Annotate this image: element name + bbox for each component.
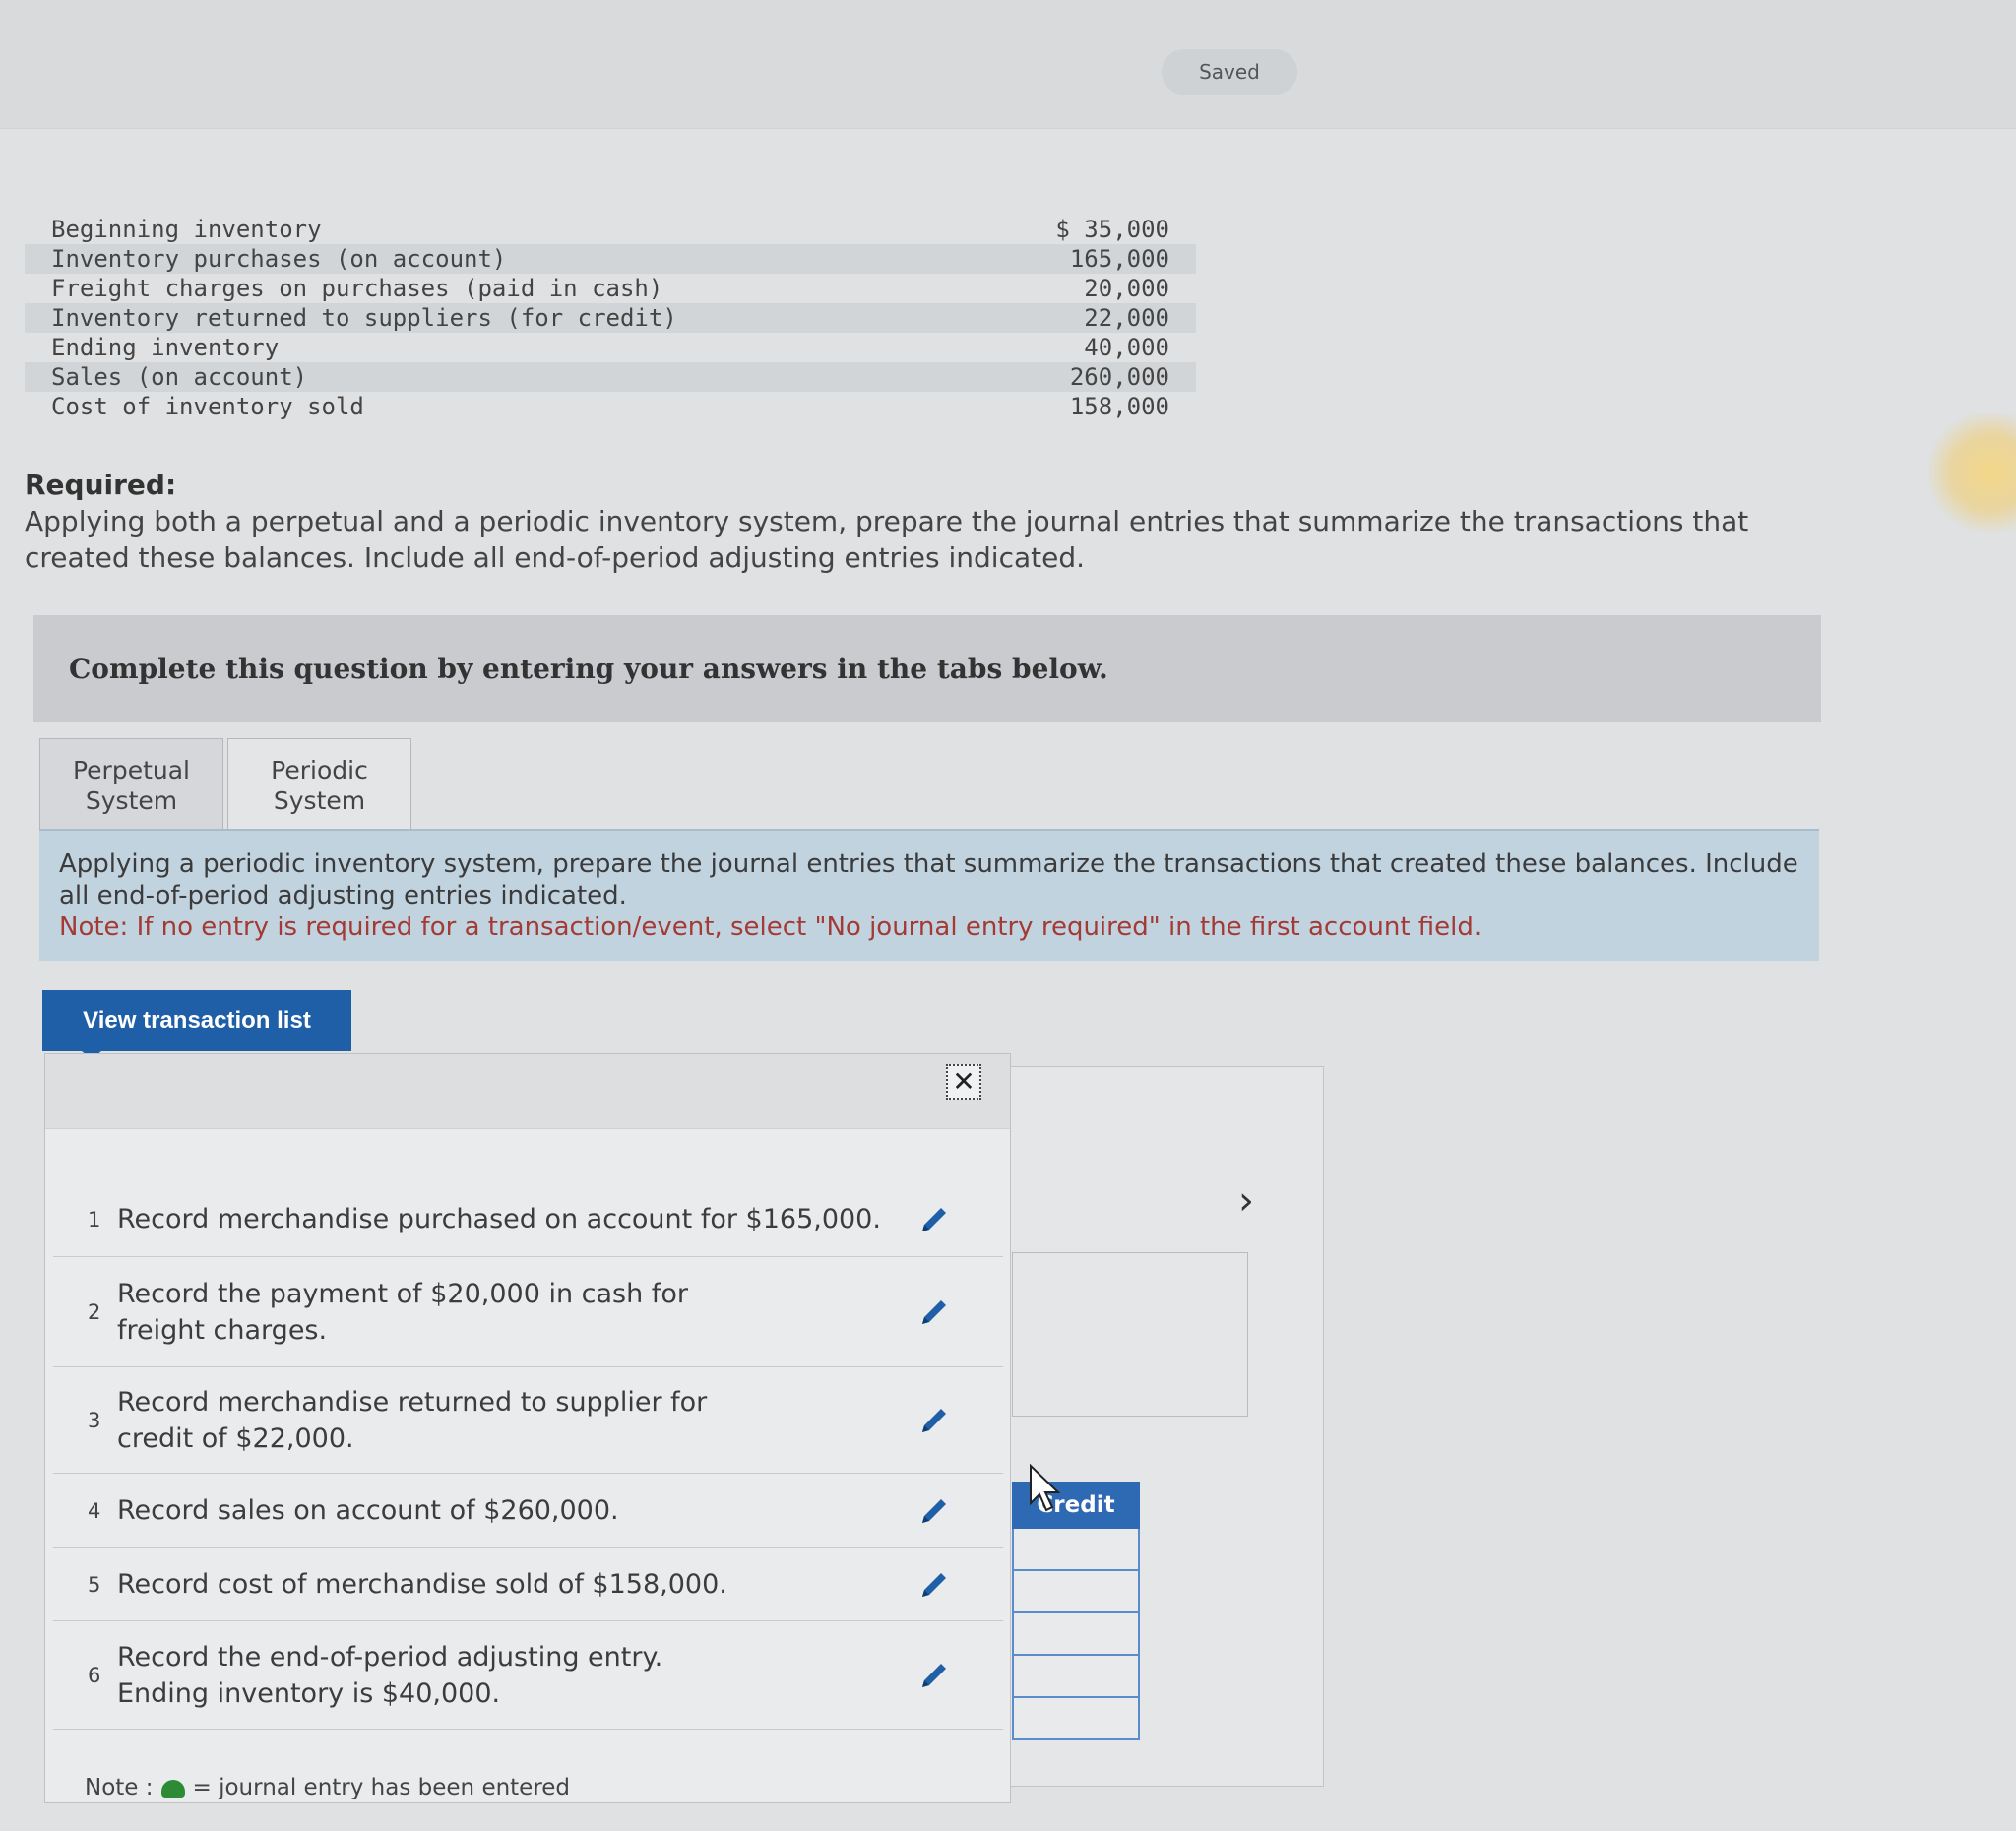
inventory-row: Inventory returned to suppliers (for cre… (25, 303, 1196, 333)
edit-pencil-icon[interactable] (905, 1658, 964, 1693)
chevron-right-icon[interactable]: › (1238, 1181, 1254, 1221)
popup-header (45, 1054, 1010, 1129)
mouse-cursor-icon (1030, 1464, 1061, 1512)
inventory-row: Cost of inventory sold 158,000 (51, 393, 1169, 420)
close-icon[interactable]: ✕ (946, 1064, 981, 1100)
list-item[interactable]: 2 Record the payment of $20,000 in cash … (53, 1257, 1003, 1367)
saved-status: Saved (1162, 49, 1297, 95)
list-item[interactable]: 1 Record merchandise purchased on accoun… (53, 1182, 1003, 1257)
list-item[interactable]: 5 Record cost of merchandise sold of $15… (53, 1548, 1003, 1621)
edit-pencil-icon[interactable] (905, 1294, 964, 1330)
credit-cell[interactable] (1012, 1698, 1140, 1740)
list-item[interactable]: 4 Record sales on account of $260,000. (53, 1474, 1003, 1548)
screen-glare (1929, 413, 2016, 532)
required-text: Applying both a perpetual and a periodic… (25, 505, 1749, 574)
legend-note: Note : = journal entry has been entered (85, 1775, 571, 1800)
instruction-panel: Applying a periodic inventory system, pr… (39, 829, 1819, 961)
credit-cell[interactable] (1012, 1571, 1140, 1613)
view-transaction-list-button[interactable]: View transaction list (42, 990, 351, 1059)
credit-cell[interactable] (1012, 1656, 1140, 1698)
inventory-data-table: Beginning inventory $ 35,000 Inventory pu… (25, 215, 1196, 421)
inventory-row: Freight charges on purchases (paid in ca… (51, 275, 1169, 302)
list-item[interactable]: 6 Record the end-of-period adjusting ent… (53, 1621, 1003, 1730)
credit-column: Credit (1012, 1482, 1140, 1740)
top-bar: Saved (0, 0, 2016, 129)
instruction-text: Applying a periodic inventory system, pr… (59, 850, 1798, 911)
edit-pencil-icon[interactable] (905, 1493, 964, 1529)
entered-indicator-icon (160, 1779, 185, 1798)
inventory-row: Beginning inventory $ 35,000 (51, 216, 1169, 243)
inventory-row: Ending inventory 40,000 (51, 334, 1169, 361)
tab-periodic-system[interactable]: Periodic System (227, 738, 411, 833)
journal-entry-box (1012, 1252, 1248, 1417)
required-section: Required: Applying both a perpetual and … (25, 467, 1826, 576)
edit-pencil-icon[interactable] (905, 1202, 964, 1237)
edit-pencil-icon[interactable] (905, 1567, 964, 1603)
list-item[interactable]: 3 Record merchandise returned to supplie… (53, 1367, 1003, 1474)
inventory-row: Inventory purchases (on account) 165,000 (25, 244, 1196, 274)
required-title: Required: (25, 469, 177, 501)
tab-bar: Perpetual System Periodic System (39, 738, 415, 833)
transaction-list-popup: ✕ 1 Record merchandise purchased on acco… (44, 1053, 1011, 1803)
complete-banner: Complete this question by entering your … (33, 615, 1821, 722)
credit-cell[interactable] (1012, 1613, 1140, 1656)
edit-pencil-icon[interactable] (905, 1403, 964, 1438)
inventory-row: Sales (on account) 260,000 (25, 362, 1196, 392)
credit-cell[interactable] (1012, 1529, 1140, 1571)
instruction-note: Note: If no entry is required for a tran… (59, 913, 1482, 942)
tab-perpetual-system[interactable]: Perpetual System (39, 738, 223, 833)
transaction-list: 1 Record merchandise purchased on accoun… (53, 1182, 1003, 1730)
